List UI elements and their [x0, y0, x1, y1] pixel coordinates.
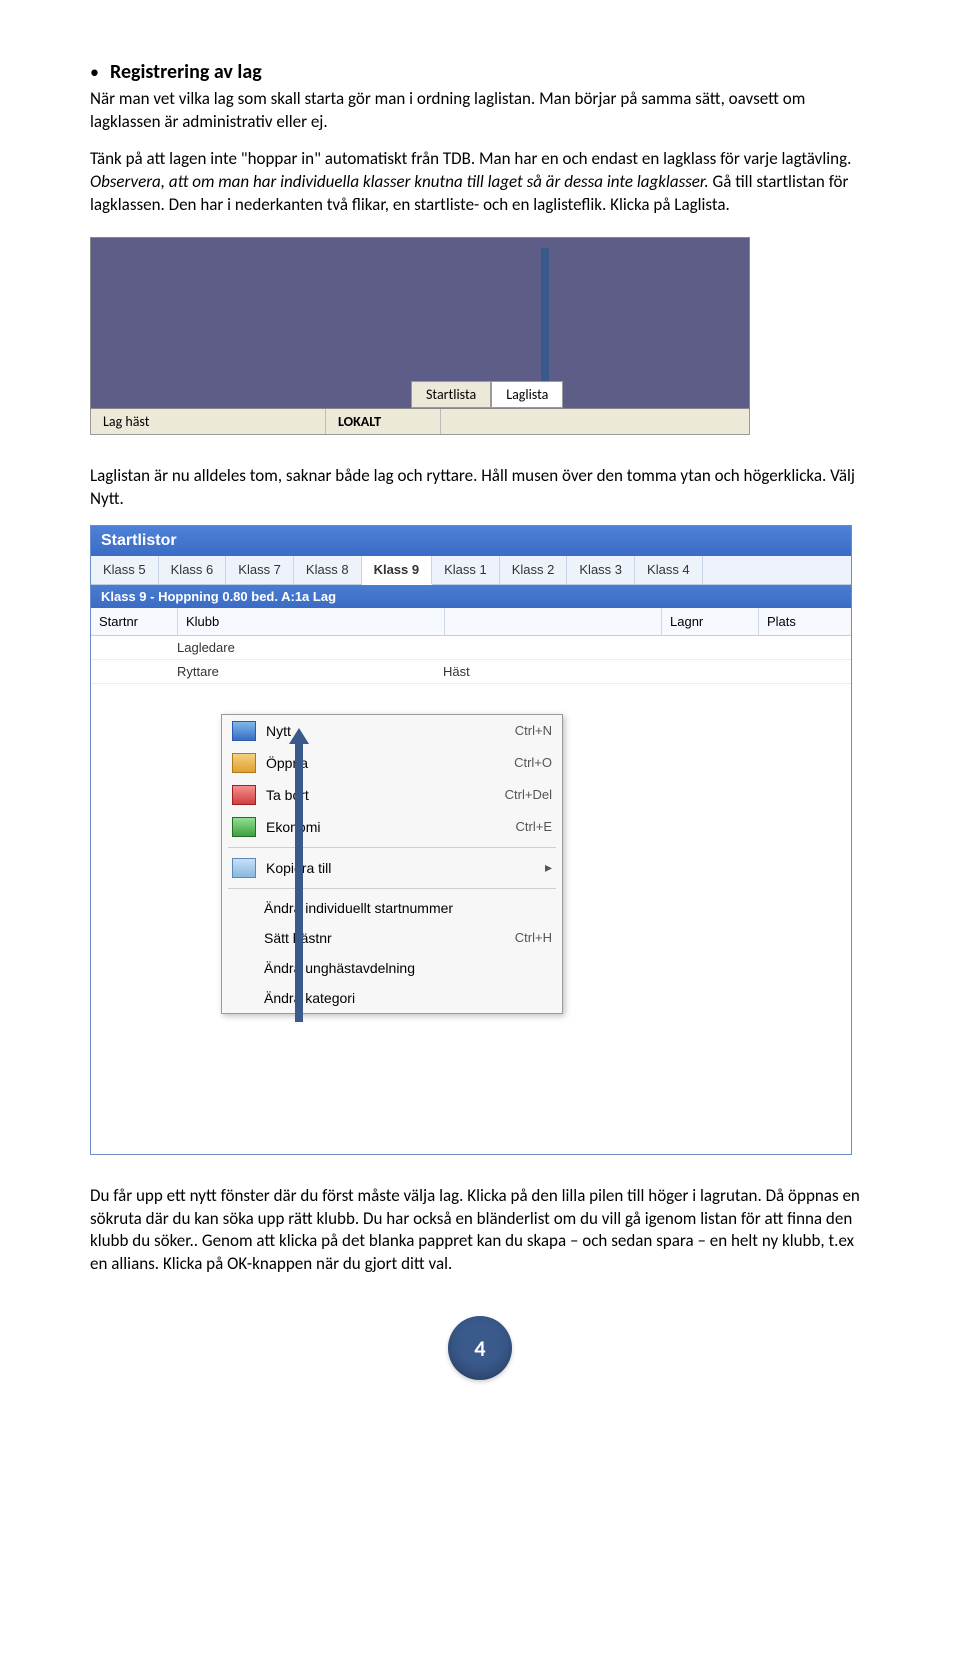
menu-oppna-shortcut: Ctrl+O: [514, 755, 552, 770]
tab-klass-3[interactable]: Klass 3: [567, 556, 635, 584]
window-title: Startlistor: [91, 526, 851, 556]
menu-andra-unghast-label: Ändra unghästavdelning: [264, 960, 552, 976]
new-icon: [232, 721, 256, 741]
menu-tabort[interactable]: Ta bort Ctrl+Del: [222, 779, 562, 811]
screenshot-tabs: Startlista Laglista Lag häst LOKALT: [90, 237, 750, 435]
menu-andra-kategori-label: Ändra kategori: [264, 990, 552, 1006]
tab-klass-7[interactable]: Klass 7: [226, 556, 294, 584]
menu-andra-startnummer[interactable]: Ändra individuellt startnummer: [222, 893, 562, 923]
col-klubb[interactable]: Klubb: [178, 608, 445, 635]
blank-icon: [232, 989, 254, 1007]
status-bar: Lag häst LOKALT: [90, 409, 750, 435]
sub-hast: Häst: [435, 660, 651, 683]
klass-tabs: Klass 5 Klass 6 Klass 7 Klass 8 Klass 9 …: [91, 556, 851, 585]
menu-ekonomi-label: Ekonomi: [266, 819, 516, 835]
screenshot-tabs-canvas: Startlista Laglista: [90, 237, 750, 409]
paragraph-2a: Tänk på att lagen inte "hoppar in" autom…: [90, 148, 851, 169]
paragraph-4: Du får upp ett nytt fönster där du först…: [90, 1185, 870, 1277]
section-heading: Registrering av lag: [110, 60, 262, 84]
menu-separator-2: [228, 888, 556, 889]
menu-andra-startnummer-label: Ändra individuellt startnummer: [264, 900, 552, 916]
menu-ekonomi[interactable]: Ekonomi Ctrl+E: [222, 811, 562, 843]
paragraph-2b: Observera, att om man har individuella k…: [90, 171, 709, 192]
paragraph-3: Laglistan är nu alldeles tom, saknar båd…: [90, 465, 870, 511]
sub-lagledare: Lagledare: [169, 636, 435, 659]
blank-icon: [232, 899, 254, 917]
economy-icon: [232, 817, 256, 837]
col-lagnr[interactable]: Lagnr: [662, 608, 759, 635]
tab-startlista[interactable]: Startlista: [411, 381, 491, 408]
menu-oppna[interactable]: Öppna Ctrl+O: [222, 747, 562, 779]
arrow-up-icon: [295, 742, 303, 1022]
menu-satt-hastnr[interactable]: Sätt hästnr Ctrl+H: [222, 923, 562, 953]
arrow-down-icon: [541, 248, 549, 388]
tab-klass-6[interactable]: Klass 6: [159, 556, 227, 584]
menu-satt-hastnr-shortcut: Ctrl+H: [515, 930, 552, 945]
col-startnr[interactable]: Startnr: [91, 608, 178, 635]
subheader-row-1: Lagledare: [91, 636, 851, 660]
tab-klass-9[interactable]: Klass 9: [362, 556, 433, 585]
blank-icon: [232, 929, 254, 947]
bullet-icon: •: [90, 63, 110, 81]
delete-icon: [232, 785, 256, 805]
menu-separator-1: [228, 847, 556, 848]
bottom-tabs: Startlista Laglista: [411, 381, 563, 408]
tab-klass-5[interactable]: Klass 5: [91, 556, 159, 584]
screenshot-startlistor: Startlistor Klass 5 Klass 6 Klass 7 Klas…: [90, 525, 852, 1155]
tab-klass-8[interactable]: Klass 8: [294, 556, 362, 584]
klass-description: Klass 9 - Hoppning 0.80 bed. A:1a Lag: [91, 585, 851, 608]
status-lokalt: LOKALT: [326, 409, 441, 434]
column-headers: Startnr Klubb Lagnr Plats: [91, 608, 851, 636]
menu-tabort-shortcut: Ctrl+Del: [505, 787, 552, 802]
menu-kopiera-till[interactable]: Kopiera till: [222, 852, 562, 884]
tab-klass-2[interactable]: Klass 2: [500, 556, 568, 584]
menu-oppna-label: Öppna: [266, 755, 514, 771]
sub-ryttare: Ryttare: [169, 660, 435, 683]
list-body[interactable]: Nytt Ctrl+N Öppna Ctrl+O Ta bort Ctrl+De…: [91, 684, 851, 1154]
subheader-row-2: Ryttare Häst: [91, 660, 851, 684]
menu-kopiera-label: Kopiera till: [266, 860, 537, 876]
page-number-badge: 4: [448, 1316, 512, 1380]
menu-nytt-shortcut: Ctrl+N: [515, 723, 552, 738]
open-icon: [232, 753, 256, 773]
menu-ekonomi-shortcut: Ctrl+E: [516, 819, 552, 834]
status-lag-hast: Lag häst: [91, 409, 326, 434]
copy-icon: [232, 858, 256, 878]
context-menu: Nytt Ctrl+N Öppna Ctrl+O Ta bort Ctrl+De…: [221, 714, 563, 1014]
tab-laglista[interactable]: Laglista: [491, 381, 563, 408]
status-empty: [441, 409, 749, 434]
heading-row: • Registrering av lag: [90, 60, 870, 88]
blank-icon: [232, 959, 254, 977]
tab-klass-4[interactable]: Klass 4: [635, 556, 703, 584]
paragraph-1: När man vet vilka lag som skall starta g…: [90, 88, 870, 134]
menu-andra-unghast[interactable]: Ändra unghästavdelning: [222, 953, 562, 983]
tab-klass-1[interactable]: Klass 1: [432, 556, 500, 584]
paragraph-2: Tänk på att lagen inte "hoppar in" autom…: [90, 148, 870, 217]
menu-nytt[interactable]: Nytt Ctrl+N: [222, 715, 562, 747]
col-hast-empty[interactable]: [445, 608, 662, 635]
menu-andra-kategori[interactable]: Ändra kategori: [222, 983, 562, 1013]
col-plats[interactable]: Plats: [759, 608, 851, 635]
